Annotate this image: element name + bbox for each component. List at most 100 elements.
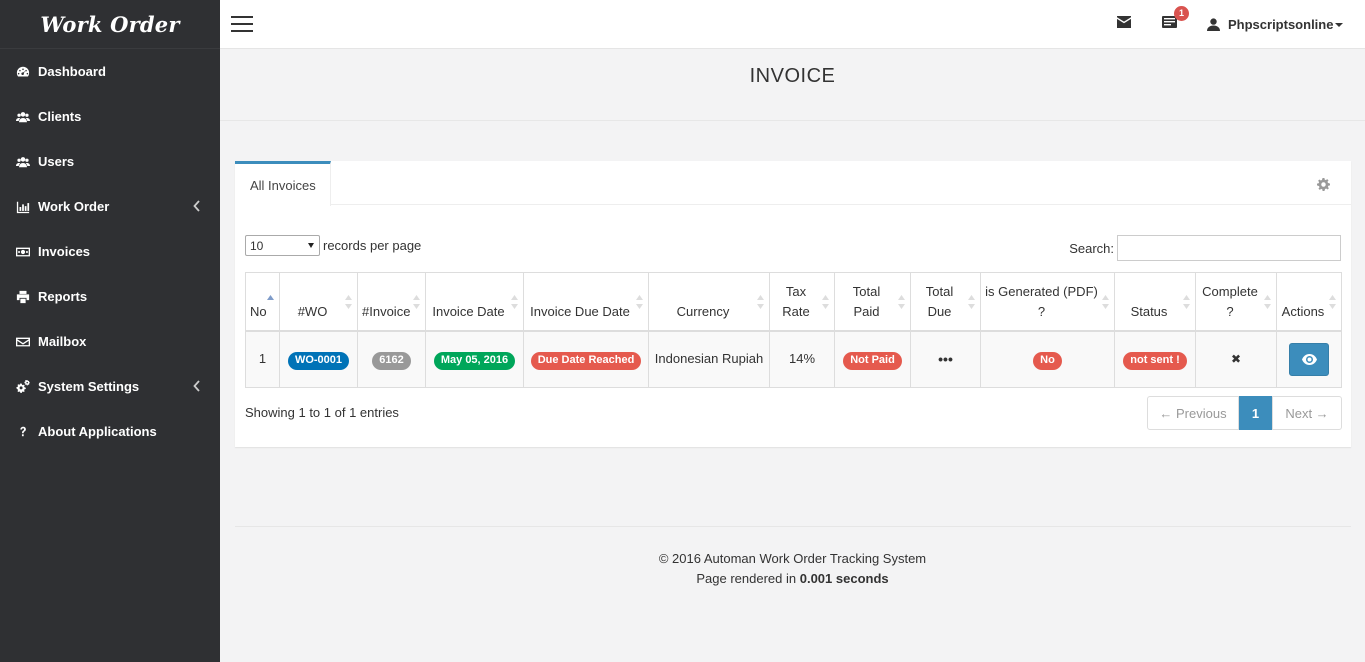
chevron-left-icon — [192, 379, 202, 393]
gear-icon[interactable] — [1317, 178, 1331, 192]
page-length-control: 10 records per page — [245, 235, 421, 256]
dashboard-icon — [15, 64, 31, 80]
pagination: ← Previous 1 Next → — [1147, 396, 1342, 430]
search-input[interactable] — [1117, 235, 1341, 261]
sidebar: Work Order Dashboard Clients Users Work … — [0, 0, 220, 662]
column-header-label: #WO — [297, 303, 328, 319]
column-header-actions[interactable]: Actions — [1276, 272, 1342, 332]
invoice-date-badge: May 05, 2016 — [433, 351, 516, 370]
column-header-status[interactable]: Status — [1114, 272, 1196, 332]
sidebar-nav: Dashboard Clients Users Work Order Invoi… — [0, 49, 220, 454]
select-arrow-icon — [308, 243, 314, 248]
column-header-tax-rate[interactable]: Tax Rate — [769, 272, 835, 332]
column-header-total-paid[interactable]: Total Paid — [834, 272, 911, 332]
payment-status-badge: Not Paid — [843, 351, 902, 370]
sidebar-item-label: Clients — [38, 109, 82, 124]
sort-both-icon — [1329, 295, 1336, 309]
column-header-complete[interactable]: Complete ? — [1195, 272, 1277, 332]
user-menu-dropdown[interactable]: Phpscriptsonline — [1207, 15, 1344, 33]
column-header-label: Total Paid — [852, 283, 881, 319]
render-time-prefix: Page rendered in — [696, 571, 797, 586]
invoices-panel: All Invoices 10 records per page Search:… — [235, 161, 1351, 447]
search-control: Search: — [1069, 235, 1341, 261]
sidebar-item-label: About Applications — [38, 424, 157, 439]
ellipsis-icon: ••• — [938, 350, 953, 367]
menu-toggle-icon[interactable] — [231, 16, 253, 32]
invoice-number-badge: 6162 — [372, 351, 411, 370]
sort-both-icon — [345, 295, 352, 309]
messages-envelope-icon[interactable] — [1117, 16, 1133, 32]
question-icon — [15, 424, 31, 440]
column-header-total-due[interactable]: Total Due — [910, 272, 981, 332]
brand-logo[interactable]: Work Order — [0, 0, 220, 49]
render-time-text: Page rendered in 0.001 seconds — [220, 569, 1365, 589]
due-date-badge: Due Date Reached — [530, 351, 642, 370]
page-length-select[interactable]: 10 — [245, 235, 320, 256]
sidebar-item-label: Dashboard — [38, 64, 106, 79]
sidebar-item-dashboard[interactable]: Dashboard — [0, 49, 220, 94]
sidebar-item-label: Work Order — [38, 199, 110, 214]
page-1-button[interactable]: 1 — [1239, 396, 1272, 430]
cell-due-date: Due Date Reached — [523, 330, 649, 388]
column-header-label: Invoice Date — [432, 303, 505, 319]
column-header-invoice-due-date[interactable]: Invoice Due Date — [523, 272, 649, 332]
footer-divider — [235, 526, 1351, 527]
sort-both-icon — [822, 295, 829, 309]
user-icon — [1207, 17, 1220, 31]
sidebar-item-reports[interactable]: Reports — [0, 274, 220, 319]
column-header-invoice-date[interactable]: Invoice Date — [425, 272, 524, 332]
sent-status-badge: not sent ! — [1123, 351, 1187, 370]
cell-status: not sent ! — [1114, 330, 1196, 388]
sidebar-item-clients[interactable]: Clients — [0, 94, 220, 139]
table-row: 1 WO-0001 6162 May 05, 2016 Due Date Rea… — [245, 330, 1342, 388]
column-header-label: Tax Rate — [782, 283, 810, 319]
wo-number-badge[interactable]: WO-0001 — [287, 351, 350, 370]
sort-both-icon — [1183, 295, 1190, 309]
table-header-row: No #WO #Invoice Invoice Date Invoice Due… — [245, 272, 1342, 332]
sidebar-item-mailbox[interactable]: Mailbox — [0, 319, 220, 364]
sidebar-item-users[interactable]: Users — [0, 139, 220, 184]
column-header-label: Actions — [1281, 303, 1325, 319]
cell-invoice: 6162 — [357, 330, 426, 388]
cell-complete: ✖ — [1195, 330, 1277, 388]
column-header-currency[interactable]: Currency — [648, 272, 770, 332]
column-header-label: Invoice Due Date — [530, 303, 630, 319]
eye-icon — [1301, 353, 1317, 365]
username-label: Phpscriptsonline — [1228, 16, 1334, 32]
cell-total-due: ••• — [910, 330, 981, 388]
tab-all-invoices[interactable]: All Invoices — [235, 161, 331, 206]
records-per-page-label: records per page — [323, 238, 422, 253]
sidebar-item-system-settings[interactable]: System Settings — [0, 364, 220, 409]
cell-total-paid: Not Paid — [834, 330, 911, 388]
cell-actions — [1276, 330, 1342, 388]
cell-invoice-date: May 05, 2016 — [425, 330, 524, 388]
brand-text: Work Order — [40, 11, 180, 37]
sidebar-item-about-applications[interactable]: About Applications — [0, 409, 220, 454]
view-invoice-button[interactable] — [1289, 342, 1329, 376]
column-header-label: Currency — [676, 303, 730, 319]
cell-wo: WO-0001 — [279, 330, 358, 388]
column-header-label: Complete ? — [1202, 283, 1258, 319]
column-header-wo[interactable]: #WO — [279, 272, 358, 332]
sidebar-item-label: Users — [38, 154, 75, 169]
cell-currency: Indonesian Rupiah — [648, 330, 770, 388]
column-header-no[interactable]: No — [245, 272, 280, 332]
table-info: Showing 1 to 1 of 1 entries — [245, 405, 399, 420]
sort-both-icon — [511, 295, 518, 309]
column-header-is-generated[interactable]: is Generated (PDF) ? — [980, 272, 1115, 332]
envelope-icon — [15, 334, 31, 350]
column-header-invoice[interactable]: #Invoice — [357, 272, 426, 332]
copyright-text: © 2016 Automan Work Order Tracking Syste… — [658, 551, 927, 566]
cell-no: 1 — [245, 330, 280, 388]
sort-both-icon — [413, 295, 420, 309]
caret-down-icon — [1335, 23, 1344, 27]
sidebar-item-label: System Settings — [38, 379, 140, 394]
previous-page-button[interactable]: ← Previous — [1147, 396, 1239, 430]
column-header-label: is Generated (PDF) ? — [985, 283, 1098, 319]
cell-tax-rate: 14% — [769, 330, 835, 388]
sort-both-icon — [968, 295, 975, 309]
sidebar-item-work-order[interactable]: Work Order — [0, 184, 220, 229]
sidebar-item-invoices[interactable]: Invoices — [0, 229, 220, 274]
next-page-button[interactable]: Next → — [1272, 396, 1342, 430]
sort-both-icon — [1102, 295, 1109, 309]
